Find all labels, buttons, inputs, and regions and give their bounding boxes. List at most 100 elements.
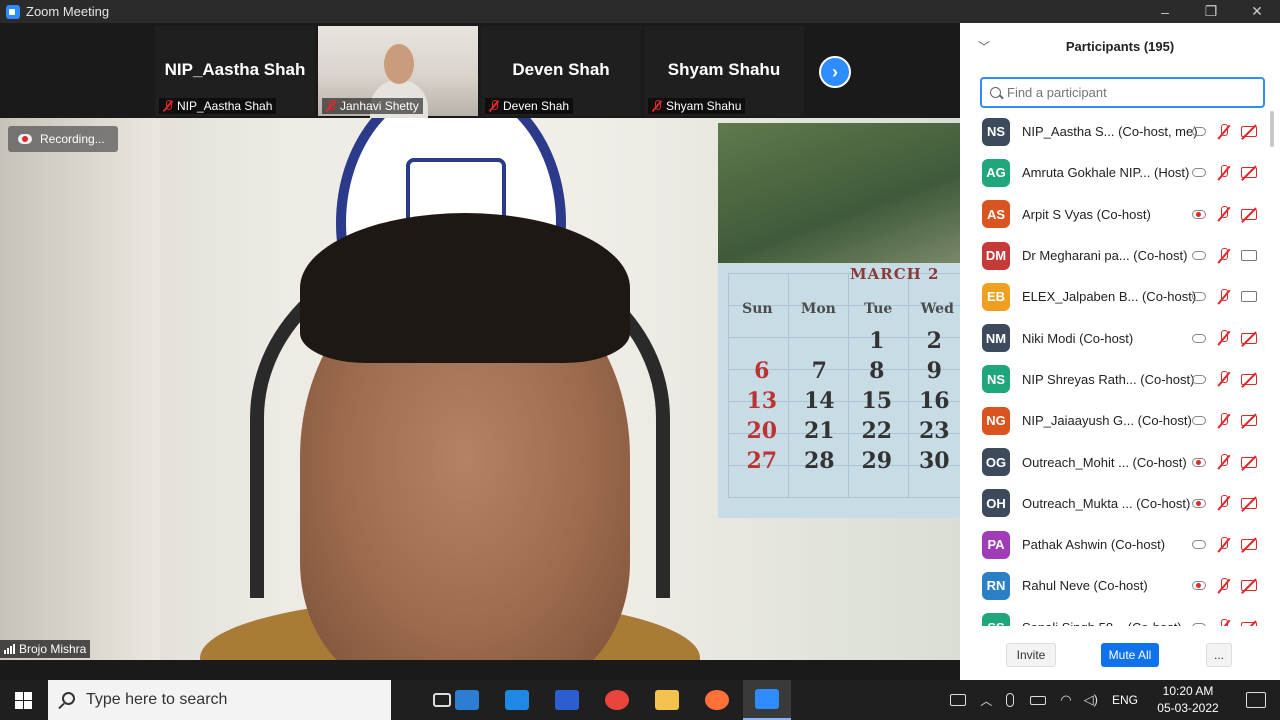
- calendar-day: Tue: [864, 301, 893, 317]
- mic-muted-icon: [652, 100, 662, 112]
- participant-tile[interactable]: Shyam Shahu Shyam Shahu: [644, 26, 804, 116]
- windows-taskbar: Type here to search ︿ ◠ ◁) ENG 10:20 AM …: [0, 680, 1280, 720]
- cloud-recording-icon: [18, 134, 32, 144]
- volume-icon[interactable]: ◁): [1084, 692, 1098, 708]
- participant-row[interactable]: AG Amruta Gokhale NIP... (Host): [960, 152, 1270, 193]
- video-off-icon: [1241, 415, 1257, 427]
- taskbar-search-box[interactable]: Type here to search: [48, 680, 391, 720]
- language-indicator[interactable]: ENG: [1112, 693, 1138, 707]
- participant-row[interactable]: PA Pathak Ashwin (Co-host): [960, 524, 1270, 565]
- participant-row[interactable]: NS NIP Shreyas Rath... (Co-host): [960, 359, 1270, 400]
- participant-row[interactable]: SS Sonali Singh 58... (Co-host): [960, 607, 1270, 626]
- system-tray: ︿ ◠ ◁) ENG 10:20 AM 05-03-2022: [942, 680, 1280, 720]
- restore-button[interactable]: ❐: [1188, 0, 1234, 23]
- participant-row[interactable]: EB ELEX_Jalpaben B... (Co-host): [960, 276, 1270, 317]
- video-off-icon: [1241, 373, 1257, 385]
- video-off-icon: [1241, 497, 1257, 509]
- pen-app-taskbar-icon[interactable]: [543, 680, 591, 720]
- more-options-button[interactable]: ...: [1206, 643, 1232, 667]
- mic-muted-icon: [1218, 371, 1230, 387]
- file-explorer-taskbar-icon[interactable]: [643, 680, 691, 720]
- taskbar-search-placeholder: Type here to search: [86, 691, 228, 708]
- clock-date: 05-03-2022: [1157, 701, 1219, 715]
- avatar: OG: [982, 448, 1010, 477]
- avatar: SS: [982, 613, 1010, 626]
- recording-indicator[interactable]: Recording...: [8, 126, 118, 152]
- speaker-name-label: Brojo Mishra: [0, 640, 91, 658]
- participant-tile[interactable]: Deven Shah Deven Shah: [481, 26, 641, 116]
- chrome-taskbar-icon[interactable]: [593, 680, 641, 720]
- participants-panel: ﹀ Participants (195) NS NIP_Aastha S... (…: [960, 23, 1280, 680]
- tile-label-text: Shyam Shahu: [666, 99, 742, 113]
- taskbar-clock[interactable]: 10:20 AM 05-03-2022: [1148, 683, 1228, 717]
- participant-row[interactable]: NM Niki Modi (Co-host): [960, 317, 1270, 358]
- participant-name: Niki Modi (Co-host): [1022, 330, 1134, 346]
- recording-label: Recording...: [40, 132, 105, 146]
- calendar-date: 23: [918, 418, 950, 444]
- participant-row[interactable]: OH Outreach_Mukta ... (Co-host): [960, 483, 1270, 524]
- zoom-taskbar-icon[interactable]: [743, 680, 791, 720]
- windows-start-icon[interactable]: [15, 692, 32, 709]
- calendar-date: 27: [746, 448, 778, 474]
- chevron-right-icon[interactable]: ›: [819, 56, 851, 88]
- notification-icon[interactable]: [1246, 692, 1266, 708]
- participant-row[interactable]: NS NIP_Aastha S... (Co-host, me): [960, 111, 1270, 152]
- calendar-day: Mon: [800, 301, 836, 317]
- invite-button[interactable]: Invite: [1006, 643, 1056, 667]
- firefox-icon: [705, 690, 729, 710]
- participant-row[interactable]: AS Arpit S Vyas (Co-host): [960, 194, 1270, 235]
- mic-muted-icon: [489, 100, 499, 112]
- tile-name-label: Deven Shah: [485, 98, 574, 114]
- mute-all-button[interactable]: Mute All: [1101, 643, 1159, 667]
- firefox-taskbar-icon[interactable]: [693, 680, 741, 720]
- participant-name: Outreach_Mukta ... (Co-host): [1022, 495, 1191, 511]
- video-camera-icon: [1241, 250, 1257, 262]
- chevron-down-icon[interactable]: ﹀: [978, 38, 990, 55]
- calendar-date: 30: [918, 448, 950, 474]
- battery-icon[interactable]: [1030, 695, 1047, 705]
- participant-name: Sonali Singh 58... (Co-host): [1022, 620, 1182, 626]
- avatar: NM: [982, 324, 1010, 353]
- video-off-icon: [1241, 580, 1257, 592]
- tile-name-label: Shyam Shahu: [648, 98, 746, 114]
- participant-name: Amruta Gokhale NIP... (Host): [1022, 165, 1190, 181]
- participant-row[interactable]: OG Outreach_Mohit ... (Co-host): [960, 441, 1270, 482]
- tile-display-name: Deven Shah: [512, 60, 610, 79]
- video-person-head: [384, 44, 414, 84]
- calendar-date: 15: [861, 388, 893, 414]
- mail-taskbar-icon[interactable]: [493, 680, 541, 720]
- microphone-icon[interactable]: [1006, 693, 1015, 707]
- participant-row[interactable]: DM Dr Megharani pa... (Co-host): [960, 235, 1270, 276]
- wifi-icon[interactable]: ◠: [1060, 692, 1071, 708]
- cloud-icon: [1192, 540, 1206, 550]
- minimize-button[interactable]: –: [1142, 0, 1188, 23]
- video-off-icon: [1241, 456, 1257, 468]
- chevron-up-icon[interactable]: ︿: [980, 692, 992, 709]
- microsoft-store-taskbar-icon[interactable]: [443, 680, 491, 720]
- cloud-icon: [1192, 292, 1206, 302]
- zoom-icon: [755, 689, 779, 709]
- cloud-icon: [1192, 622, 1206, 626]
- signal-strength-icon: [4, 644, 15, 654]
- wall-background: [0, 118, 160, 660]
- panel-footer: Invite Mute All ...: [960, 637, 1280, 673]
- participant-row[interactable]: RN Rahul Neve (Co-host): [960, 565, 1270, 606]
- video-off-icon: [1241, 332, 1257, 344]
- search-icon: [62, 692, 75, 705]
- tile-display-name: NIP_Aastha Shah: [164, 60, 306, 79]
- search-input[interactable]: [1007, 85, 1247, 100]
- panel-header: ﹀ Participants (195): [960, 23, 1280, 69]
- keyboard-icon[interactable]: [950, 694, 967, 706]
- mic-muted-icon: [1218, 288, 1230, 305]
- participant-row[interactable]: NG NIP_Jaiaayush G... (Co-host): [960, 400, 1270, 441]
- close-button[interactable]: ✕: [1234, 0, 1280, 23]
- participant-list-scrollbar[interactable]: [1270, 111, 1274, 147]
- participant-tile[interactable]: NIP_Aastha Shah NIP_Aastha Shah: [155, 26, 315, 116]
- cloud-icon: [1192, 168, 1206, 178]
- cloud-icon: [1192, 251, 1206, 261]
- calendar-date: 14: [803, 388, 835, 414]
- participants-title: Participants (195): [1065, 38, 1175, 54]
- mic-muted-icon: [1218, 412, 1230, 429]
- participant-search[interactable]: [980, 77, 1265, 108]
- participant-video-tile[interactable]: Janhavi Shetty: [318, 26, 478, 120]
